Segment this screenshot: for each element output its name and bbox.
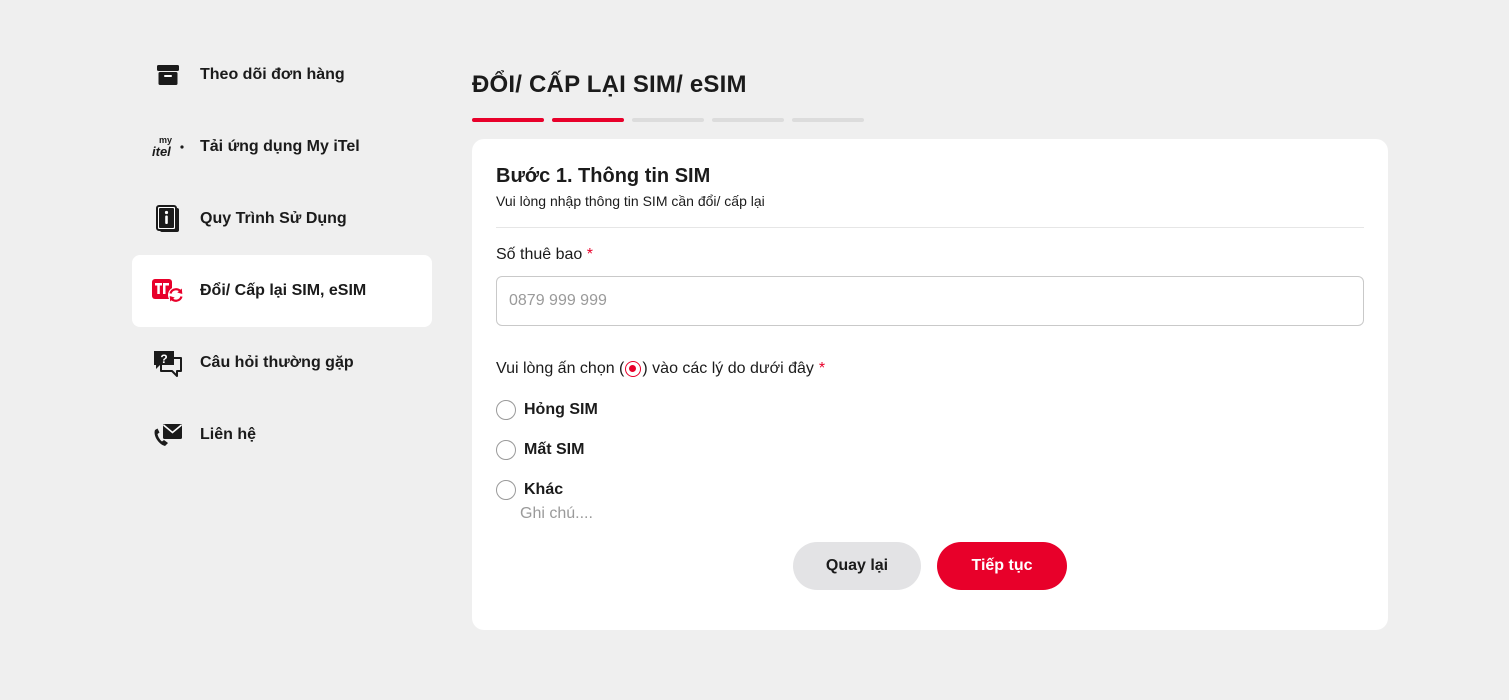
phone-field-label: Số thuê bao * bbox=[496, 246, 593, 264]
sidebar-item-sim-swap[interactable]: Đổi/ Cấp lại SIM, eSIM bbox=[132, 255, 432, 327]
sidebar-item-label: Câu hỏi thường gặp bbox=[200, 354, 354, 371]
back-button[interactable]: Quay lại bbox=[793, 542, 921, 590]
sidebar-item-my-itel-app[interactable]: my itel Tải ứng dụng My iTel bbox=[132, 111, 432, 183]
page-title: ĐỔI/ CẤP LẠI SIM/ eSIM bbox=[472, 71, 747, 98]
reason-option-lost-sim[interactable]: Mất SIM bbox=[496, 440, 584, 460]
svg-text:itel: itel bbox=[152, 144, 171, 159]
contact-phone-mail-icon bbox=[152, 419, 184, 451]
svg-text:?: ? bbox=[160, 352, 167, 366]
continue-button[interactable]: Tiếp tục bbox=[937, 542, 1067, 590]
reason-instruction: Vui lòng ấn chọn ( ) vào các lý do dưới … bbox=[496, 360, 825, 378]
required-mark: * bbox=[818, 360, 826, 377]
reason-option-broken-sim[interactable]: Hỏng SIM bbox=[496, 400, 598, 420]
step-indicator bbox=[472, 118, 544, 122]
radio-button[interactable] bbox=[496, 400, 516, 420]
required-mark: * bbox=[586, 246, 593, 263]
faq-chat-icon: ? bbox=[152, 347, 184, 379]
reason-option-other[interactable]: Khác bbox=[496, 480, 563, 500]
sidebar-item-label: Đổi/ Cấp lại SIM, eSIM bbox=[200, 282, 367, 299]
step-title: Bước 1. Thông tin SIM bbox=[496, 165, 711, 187]
option-label: Hỏng SIM bbox=[524, 401, 598, 418]
note-input[interactable] bbox=[520, 503, 920, 525]
reason-prefix: Vui lòng ấn chọn ( bbox=[496, 360, 625, 377]
step-indicator bbox=[552, 118, 624, 122]
step-subtitle: Vui lòng nhập thông tin SIM cần đổi/ cấp… bbox=[496, 193, 765, 209]
sidebar-item-label: Liên hệ bbox=[200, 426, 257, 443]
step-indicator bbox=[632, 118, 704, 122]
option-label: Khác bbox=[524, 481, 564, 498]
phone-number-input[interactable] bbox=[496, 276, 1364, 326]
reason-suffix: ) vào các lý do dưới đây bbox=[642, 360, 814, 377]
info-book-icon bbox=[152, 203, 184, 235]
phone-label-text: Số thuê bao bbox=[496, 246, 583, 263]
sidebar-item-contact[interactable]: Liên hệ bbox=[132, 399, 432, 471]
step-indicator bbox=[792, 118, 864, 122]
sidebar-item-usage-process[interactable]: Quy Trình Sử Dụng bbox=[132, 183, 432, 255]
sidebar-item-label: Quy Trình Sử Dụng bbox=[200, 210, 347, 227]
sidebar-nav: Theo dõi đơn hàng my itel Tải ứng dụng M… bbox=[132, 39, 432, 471]
sim-info-form-card: Bước 1. Thông tin SIM Vui lòng nhập thôn… bbox=[472, 139, 1388, 630]
my-itel-logo-icon: my itel bbox=[152, 131, 184, 163]
package-box-icon bbox=[152, 59, 184, 91]
option-label: Mất SIM bbox=[524, 441, 585, 458]
divider bbox=[496, 227, 1364, 228]
radio-button[interactable] bbox=[496, 480, 516, 500]
sidebar-item-label: Tải ứng dụng My iTel bbox=[200, 138, 360, 155]
sidebar-item-label: Theo dõi đơn hàng bbox=[200, 66, 345, 83]
radio-button[interactable] bbox=[496, 440, 516, 460]
radio-selected-example-icon bbox=[625, 361, 642, 377]
sidebar-item-order-tracking[interactable]: Theo dõi đơn hàng bbox=[132, 39, 432, 111]
progress-stepper bbox=[472, 118, 864, 122]
sim-swap-icon bbox=[152, 275, 184, 307]
step-indicator bbox=[712, 118, 784, 122]
sidebar-item-faq[interactable]: ? Câu hỏi thường gặp bbox=[132, 327, 432, 399]
